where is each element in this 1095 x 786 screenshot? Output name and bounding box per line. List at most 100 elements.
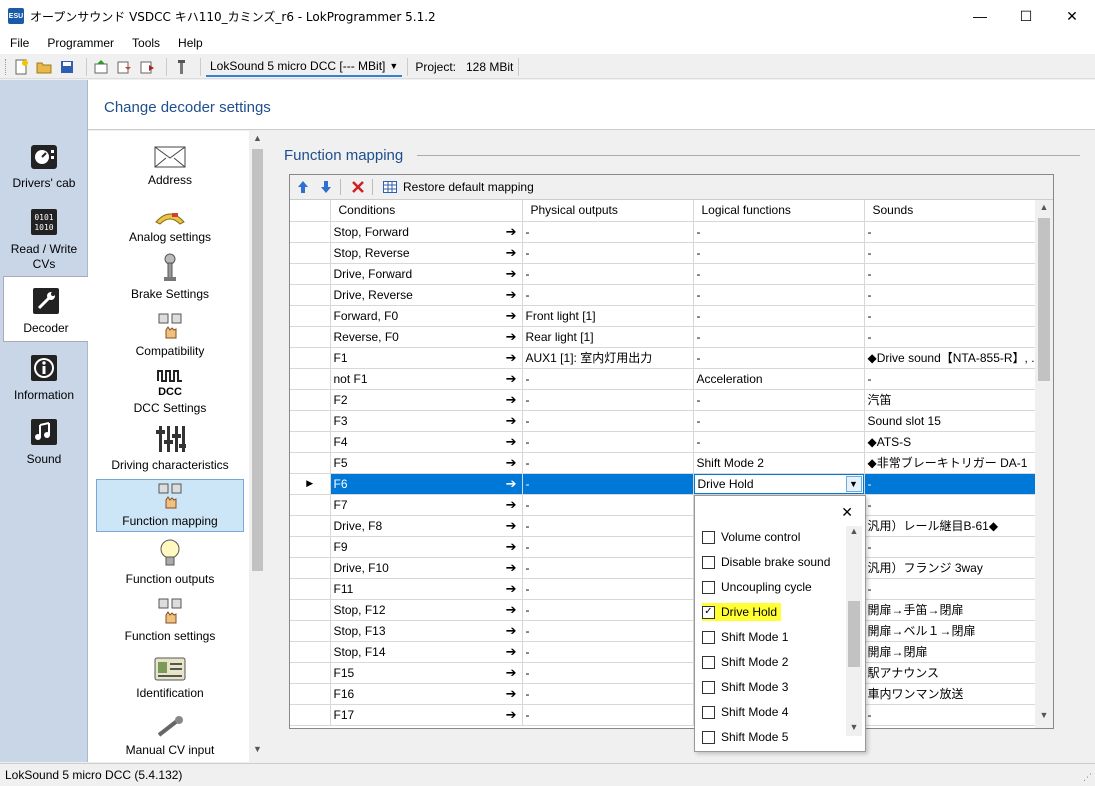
settings-item-address[interactable]: Address xyxy=(96,141,244,187)
cell-physical-output[interactable]: - xyxy=(522,557,694,579)
nav-drivers-cab[interactable]: Drivers' cab xyxy=(0,140,88,190)
cell-sound[interactable]: - xyxy=(864,368,1046,390)
row-header[interactable] xyxy=(290,368,331,390)
table-row[interactable]: F17 ➔ - - xyxy=(290,704,1046,726)
close-button[interactable]: ✕ xyxy=(1049,0,1095,32)
dropdown-option[interactable]: Shift Mode 5 xyxy=(702,728,788,746)
menu-help[interactable]: Help xyxy=(169,36,212,50)
row-header[interactable] xyxy=(290,389,331,411)
cell-logical-function[interactable]: - xyxy=(693,221,865,243)
scroll-down-icon[interactable]: ▼ xyxy=(249,744,266,760)
cell-physical-output[interactable]: - xyxy=(522,452,694,474)
restore-default-mapping-button[interactable]: Restore default mapping xyxy=(403,180,534,194)
cell-physical-output[interactable]: - xyxy=(522,536,694,558)
cell-physical-output[interactable]: - xyxy=(522,221,694,243)
scrollbar-thumb[interactable] xyxy=(1038,218,1050,381)
scrollbar-thumb[interactable] xyxy=(848,601,860,667)
checkbox-icon[interactable] xyxy=(702,555,715,569)
resize-grip-icon[interactable]: ⋰ xyxy=(1083,772,1092,783)
cell-sound[interactable]: 開扉→手笛→閉扉 xyxy=(864,599,1046,621)
table-row[interactable]: F16 ➔ - 車内ワンマン放送 xyxy=(290,683,1046,705)
checkbox-icon[interactable] xyxy=(702,630,715,644)
table-row[interactable]: F15 ➔ - 駅アナウンス xyxy=(290,662,1046,684)
cell-physical-output[interactable]: - xyxy=(522,284,694,306)
settings-item-identification[interactable]: Identification xyxy=(96,654,244,700)
settings-item-function-mapping[interactable]: Function mapping xyxy=(96,479,244,532)
maximize-button[interactable]: ☐ xyxy=(1003,0,1049,32)
open-folder-icon[interactable] xyxy=(35,58,53,76)
cell-condition[interactable]: Stop, F14 ➔ xyxy=(330,641,523,663)
checkbox-icon[interactable] xyxy=(702,580,715,594)
cell-logical-function[interactable]: - xyxy=(693,242,865,264)
settings-list-scrollbar[interactable]: ▲ ▼ xyxy=(249,131,266,762)
row-header[interactable] xyxy=(290,431,331,453)
row-header[interactable] xyxy=(290,410,331,432)
cell-sound[interactable]: - xyxy=(864,242,1046,264)
row-header[interactable] xyxy=(290,599,331,621)
column-header-conditions[interactable]: Conditions xyxy=(330,200,523,222)
cell-physical-output[interactable]: - xyxy=(522,263,694,285)
row-header[interactable] xyxy=(290,557,331,579)
table-row[interactable]: Stop, Forward ➔ - - - xyxy=(290,221,1046,243)
scroll-up-icon[interactable]: ▲ xyxy=(846,526,862,540)
cell-condition[interactable]: F4 ➔ xyxy=(330,431,523,453)
menu-file[interactable]: File xyxy=(0,36,38,50)
cell-physical-output[interactable]: - xyxy=(522,410,694,432)
settings-item-compatibility[interactable]: Compatibility xyxy=(96,312,244,358)
cell-physical-output[interactable]: - xyxy=(522,620,694,642)
cell-sound[interactable]: 駅アナウンス xyxy=(864,662,1046,684)
table-row[interactable]: Drive, F8 ➔ - 汎用）レール継目B-61◆ xyxy=(290,515,1046,537)
cell-condition[interactable]: F17 ➔ xyxy=(330,704,523,726)
cell-logical-function-editor[interactable]: Drive Hold ▼ xyxy=(693,473,865,495)
cell-logical-function[interactable]: - xyxy=(693,347,865,369)
cell-sound[interactable]: - xyxy=(864,536,1046,558)
cell-physical-output[interactable]: AUX1 [1]: 室内灯用出力 xyxy=(522,347,694,369)
cell-physical-output[interactable]: - xyxy=(522,578,694,600)
cell-logical-function[interactable]: - xyxy=(693,263,865,285)
cell-logical-function[interactable]: Acceleration xyxy=(693,368,865,390)
table-row[interactable]: F1 ➔ AUX1 [1]: 室内灯用出力 - ◆Drive sound【NTA-855… xyxy=(290,347,1046,369)
settings-item-function-outputs[interactable]: Function outputs xyxy=(96,539,244,586)
row-header[interactable] xyxy=(290,305,331,327)
table-row[interactable]: F11 ➔ - - xyxy=(290,578,1046,600)
cell-condition[interactable]: Drive, Reverse ➔ xyxy=(330,284,523,306)
scrollbar-thumb[interactable] xyxy=(252,149,263,571)
cell-sound[interactable]: - xyxy=(864,221,1046,243)
table-row[interactable]: F3 ➔ - - Sound slot 15 xyxy=(290,410,1046,432)
cell-sound[interactable]: - xyxy=(864,473,1046,495)
nav-sound[interactable]: Sound xyxy=(0,416,88,466)
nav-decoder[interactable]: Decoder xyxy=(3,276,88,342)
cell-condition[interactable]: not F1 ➔ xyxy=(330,368,523,390)
checkbox-icon[interactable] xyxy=(702,705,715,719)
cell-condition[interactable]: Drive, F8 ➔ xyxy=(330,515,523,537)
table-row[interactable]: Stop, F14 ➔ - 開扉→閉扉 xyxy=(290,641,1046,663)
cell-sound[interactable]: - xyxy=(864,704,1046,726)
close-icon[interactable]: ✕ xyxy=(841,504,853,521)
row-header[interactable] xyxy=(290,284,331,306)
cell-condition[interactable]: Stop, Forward ➔ xyxy=(330,221,523,243)
table-row[interactable]: F7 ➔ - - xyxy=(290,494,1046,516)
cell-physical-output[interactable]: - xyxy=(522,662,694,684)
column-header-physical-outputs[interactable]: Physical outputs xyxy=(522,200,694,222)
cell-logical-function[interactable]: Shift Mode 2 xyxy=(693,452,865,474)
table-row[interactable]: F2 ➔ - - 汽笛 xyxy=(290,389,1046,411)
row-header[interactable] xyxy=(290,263,331,285)
row-header[interactable] xyxy=(290,242,331,264)
row-header[interactable] xyxy=(290,347,331,369)
cell-sound[interactable]: 汽笛 xyxy=(864,389,1046,411)
cell-sound[interactable]: - xyxy=(864,578,1046,600)
settings-item-dcc-settings[interactable]: DCC DCC Settings xyxy=(96,369,244,415)
cell-physical-output[interactable]: - xyxy=(522,683,694,705)
checkbox-icon[interactable] xyxy=(702,680,715,694)
row-header[interactable] xyxy=(290,221,331,243)
cell-condition[interactable]: Stop, F12 ➔ xyxy=(330,599,523,621)
cell-sound[interactable]: - xyxy=(864,326,1046,348)
nav-information[interactable]: Information xyxy=(0,352,88,402)
table-row[interactable]: Drive, F10 ➔ - 汎用）フランジ 3way xyxy=(290,557,1046,579)
delete-icon[interactable] xyxy=(348,177,368,197)
cell-logical-function[interactable]: - xyxy=(693,389,865,411)
cell-sound[interactable]: - xyxy=(864,494,1046,516)
dropdown-option[interactable]: Shift Mode 4 xyxy=(702,703,788,721)
cell-sound[interactable]: ◆Drive sound【NTA-855-R】, ... xyxy=(864,347,1046,369)
cell-condition[interactable]: F11 ➔ xyxy=(330,578,523,600)
